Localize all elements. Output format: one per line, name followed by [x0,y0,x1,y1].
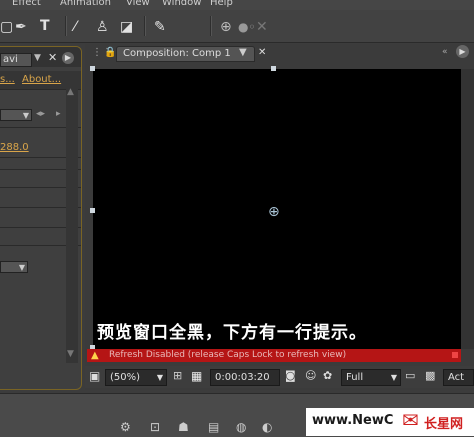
menu-effect[interactable]: Effect [12,0,41,8]
project-panel: avi ▼ ✕ ▶ s... About... ▼ ◂▸ ▸ 288.0 ▼ ▲… [0,46,82,390]
channel-icon[interactable]: ✿ [323,369,332,382]
text-tool-icon[interactable]: T [40,18,50,34]
graph-editor-icon[interactable]: ◐ [262,420,272,434]
comp-button-icon[interactable]: ⊡ [150,420,160,434]
resolution-dropdown[interactable]: Full ▼ [341,369,401,386]
menu-window[interactable]: Window [162,0,201,8]
scroll-up-icon[interactable]: ▲ [67,87,74,97]
panel-menu-icon[interactable]: ▶ [62,52,74,64]
watermark: www.NewC ✉ 长星网 [306,408,474,436]
transparency-grid-icon[interactable]: ▩ [425,369,435,382]
show-snapshot-icon[interactable]: ☺ [305,369,316,382]
grid-icon[interactable]: ⊞ [173,369,182,382]
menu-help[interactable]: Help [210,0,233,8]
menu-bar: Effect Animation View Window Help [0,0,474,10]
warning-icon: ▲ [91,350,99,361]
eraser-tool-icon[interactable]: ◪ [120,19,133,35]
region-of-interest-icon[interactable]: ▭ [405,369,415,382]
mask-visibility-icon[interactable]: ▦ [191,369,202,383]
option-dropdown[interactable]: ▼ [0,109,32,121]
footage-dropdown[interactable]: avi [0,53,32,67]
warning-text: Refresh Disabled (release Caps Lock to r… [109,350,347,360]
brush-tool-icon[interactable]: ⁄ [74,19,76,35]
tools-panel: ▢ ✒ T ⁄ ♙ ◪ ✎ ⊕ ●◦ ✕ [0,10,474,43]
watermark-logo-icon: ✉ [402,408,419,432]
tab-close-icon[interactable]: ✕ [258,47,266,58]
link-truncated[interactable]: s... [0,74,15,85]
close-icon[interactable]: ✕ [48,51,57,64]
timecode-field[interactable]: 0:00:03:20 [210,369,280,386]
anchor-point-icon[interactable]: ⊕ [268,205,280,219]
caption-text: 预览窗口全黑，下方有一行提示。 [97,323,367,343]
magnification-value: (50%) [110,372,141,383]
always-preview-icon[interactable]: ▣ [89,369,100,383]
composition-viewer[interactable]: ⊕ [90,66,461,350]
tab-dropdown-icon[interactable]: ▼ [239,47,247,58]
menu-view[interactable]: View [126,0,150,8]
collapse-icon[interactable]: « [442,47,448,57]
panel-menu-icon[interactable]: ▶ [456,45,469,58]
dropdown-arrow-icon[interactable]: ▼ [34,53,41,63]
layer-handle[interactable] [90,208,95,213]
layer-handle[interactable] [271,66,276,71]
watermark-text: www.NewC [312,413,394,428]
layer-handle[interactable] [90,66,95,71]
rectangle-tool-icon[interactable]: ▢ [0,19,13,35]
refresh-warning-bar: ▲ Refresh Disabled (release Caps Lock to… [87,349,461,362]
pen-tool-icon[interactable]: ✒ [15,19,27,35]
puppet-pin-tool-icon[interactable]: ✎ [154,19,166,35]
step-forward-icon[interactable]: ▸ [56,109,61,119]
magnification-dropdown[interactable]: (50%) ▼ [105,369,167,386]
about-link[interactable]: About... [22,74,61,85]
lock-icon[interactable]: 🔒 [104,47,116,58]
scroll-down-icon[interactable]: ▼ [67,349,74,359]
step-back-icon[interactable]: ◂▸ [36,109,45,119]
bottom-dropdown[interactable]: ▼ [0,261,28,273]
viewer-scroll-track[interactable] [461,69,474,349]
dropdown-arrow-icon: ▼ [156,373,163,382]
watermark-suffix: 长星网 [424,417,464,432]
frame-blend-icon[interactable]: ▤ [208,420,219,434]
timecode-value: 0:00:03:20 [215,372,270,383]
snapshot-icon[interactable]: ◙ [285,369,296,382]
camera-dropdown[interactable]: Act [443,369,474,386]
resolution-value: Full [346,372,364,383]
camera-value: Act [448,372,465,383]
clone-stamp-tool-icon[interactable]: ♙ [96,19,109,35]
menu-animation[interactable]: Animation [60,0,111,8]
warning-indicator [452,352,458,358]
vertical-scrollbar[interactable]: ▲ ▼ [66,87,78,363]
value-field[interactable]: 288.0 [0,142,29,153]
dropdown-arrow-icon: ▼ [22,111,29,120]
shy-icon[interactable]: ☗ [178,420,189,434]
footage-dropdown-value: avi [3,54,18,65]
tab-composition-label: Composition: Comp 1 [123,48,231,59]
motion-blur-icon[interactable]: ◍ [236,420,246,434]
composition-controls: ▣ (50%) ▼ ⊞ ▦ 0:00:03:20 ◙ ☺ ✿ Full ▼ ▭ … [85,366,474,388]
dropdown-arrow-icon: ▼ [390,373,397,382]
view-axis-icon[interactable]: ✕ [256,19,268,35]
toggle-switches-icon[interactable]: ⚙ [120,420,131,434]
world-axis-icon[interactable]: ⊕ [220,19,232,35]
local-axis-icon[interactable]: ●◦ [238,19,256,35]
dropdown-arrow-icon: ▼ [18,263,25,272]
tab-composition[interactable]: Composition: Comp 1 ▼ [116,46,255,62]
